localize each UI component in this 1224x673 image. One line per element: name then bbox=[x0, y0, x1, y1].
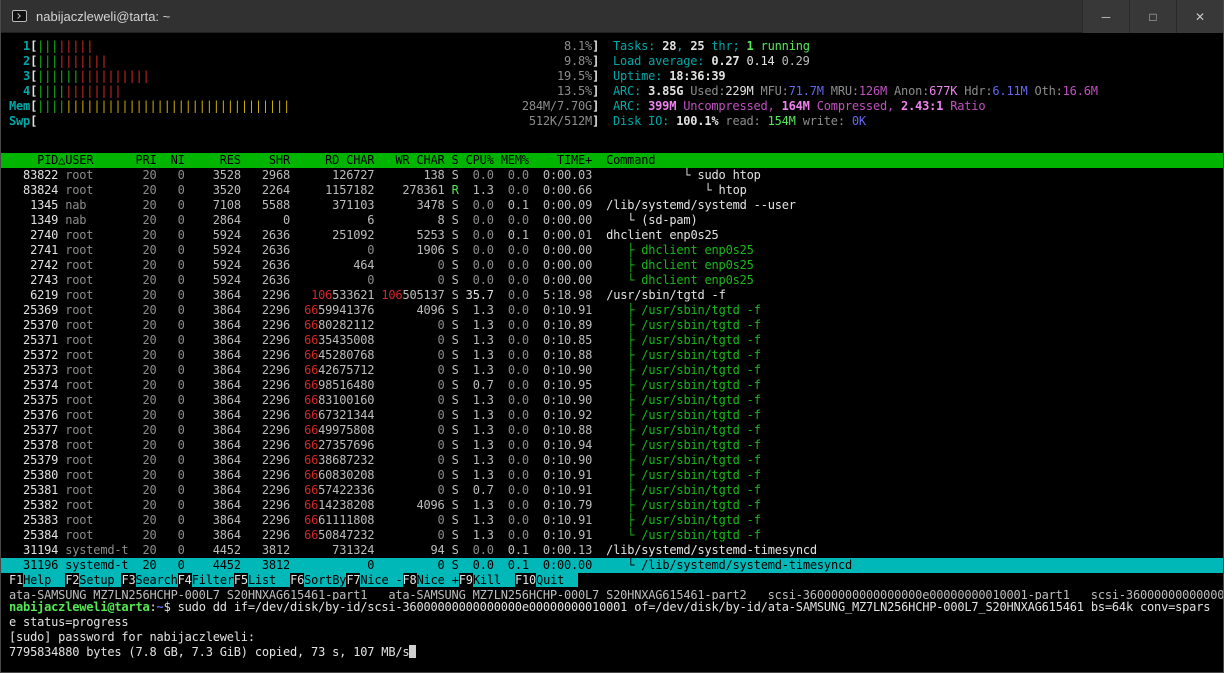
info-tasks: Tasks: 28, 25 thr; 1 running bbox=[613, 39, 1098, 54]
process-row-25383[interactable]: 25383 root 20 0 3864 2296 6661111808 0 S… bbox=[9, 513, 1223, 528]
process-row-1349[interactable]: 1349 nab 20 0 2864 0 6 8 S 0.0 0.0 0:00.… bbox=[9, 213, 1223, 228]
process-row-2740[interactable]: 2740 root 20 0 5924 2636 251092 5253 S 0… bbox=[9, 228, 1223, 243]
process-row-25384[interactable]: 25384 root 20 0 3864 2296 6650847232 0 S… bbox=[9, 528, 1223, 543]
process-row-25373[interactable]: 25373 root 20 0 3864 2296 6642675712 0 S… bbox=[9, 363, 1223, 378]
htop-info-column: Tasks: 28, 25 thr; 1 runningLoad average… bbox=[613, 39, 1098, 129]
info-disk-io: Disk IO: 100.1% read: 154M write: 0K bbox=[613, 114, 1098, 129]
process-row-31196[interactable]: 31196 systemd-t 20 0 4452 3812 0 0 S 0.0… bbox=[1, 558, 1223, 573]
fkey-f4[interactable]: F4Filter bbox=[178, 573, 234, 587]
fkey-f10[interactable]: F10Quit bbox=[515, 573, 578, 587]
process-row-25378[interactable]: 25378 root 20 0 3864 2296 6627357696 0 S… bbox=[9, 438, 1223, 453]
process-row-1345[interactable]: 1345 nab 20 0 7108 5588 371103 3478 S 0.… bbox=[9, 198, 1223, 213]
close-button[interactable]: ✕ bbox=[1176, 0, 1223, 33]
htop-column-header[interactable]: PID△USER PRI NI RES SHR RD CHAR WR CHAR … bbox=[1, 153, 1223, 168]
process-row-83822[interactable]: 83822 root 20 0 3528 2968 126727 138 S 0… bbox=[9, 168, 1223, 183]
window-controls: ─□✕ bbox=[1082, 0, 1223, 33]
process-row-25377[interactable]: 25377 root 20 0 3864 2296 6649975808 0 S… bbox=[9, 423, 1223, 438]
info-arc-usage: ARC: 3.85G Used:229M MFU:71.7M MRU:126M … bbox=[613, 84, 1098, 99]
process-row-2741[interactable]: 2741 root 20 0 5924 2636 0 1906 S 0.0 0.… bbox=[9, 243, 1223, 258]
process-row-6219[interactable]: 6219 root 20 0 3864 2296 106533621 10650… bbox=[9, 288, 1223, 303]
process-row-2742[interactable]: 2742 root 20 0 5924 2636 464 0 S 0.0 0.0… bbox=[9, 258, 1223, 273]
process-row-25369[interactable]: 25369 root 20 0 3864 2296 6659941376 409… bbox=[9, 303, 1223, 318]
terminal-app-icon bbox=[12, 10, 27, 22]
process-row-25382[interactable]: 25382 root 20 0 3864 2296 6614238208 409… bbox=[9, 498, 1223, 513]
prompt-dollar: $ bbox=[164, 600, 178, 614]
terminal-window: nabijaczleweli@tarta: ~ ─□✕ 1[|||||||| 8… bbox=[0, 0, 1224, 673]
dd-progress-text: 7795834880 bytes (7.8 GB, 7.3 GiB) copie… bbox=[9, 645, 409, 659]
prompt-user-host: nabijaczleweli@tarta bbox=[9, 600, 150, 614]
prompt-path: ~ bbox=[157, 600, 164, 614]
process-row-25375[interactable]: 25375 root 20 0 3864 2296 6683100160 0 S… bbox=[9, 393, 1223, 408]
htop-process-list: 83822 root 20 0 3528 2968 126727 138 S 0… bbox=[9, 168, 1223, 573]
htop-function-bar: F1Help F2Setup F3SearchF4FilterF5List F6… bbox=[9, 573, 1223, 588]
scrollback-clipped-line: ata-SAMSUNG_MZ7LN256HCHP-000L7_S20HNXAG6… bbox=[9, 588, 1223, 600]
dd-progress-line: 7795834880 bytes (7.8 GB, 7.3 GiB) copie… bbox=[9, 645, 1223, 660]
shell-prompt-line: nabijaczleweli@tarta:~$ sudo dd if=/dev/… bbox=[9, 600, 1223, 615]
process-row-83824[interactable]: 83824 root 20 0 3520 2264 1157182 278361… bbox=[9, 183, 1223, 198]
fkey-f3[interactable]: F3Search bbox=[121, 573, 177, 587]
shell-command-wrap-line: e status=progress bbox=[9, 615, 1223, 630]
shell-output: ata-SAMSUNG_MZ7LN256HCHP-000L7_S20HNXAG6… bbox=[9, 588, 1223, 660]
prompt-colon: : bbox=[150, 600, 157, 614]
terminal-cursor bbox=[409, 645, 416, 658]
process-row-2743[interactable]: 2743 root 20 0 5924 2636 0 0 S 0.0 0.0 0… bbox=[9, 273, 1223, 288]
shell-command-text: sudo dd if=/dev/disk/by-id/scsi-36000000… bbox=[178, 600, 1211, 614]
window-title: nabijaczleweli@tarta: ~ bbox=[36, 9, 170, 24]
info-uptime: Uptime: 18:36:39 bbox=[613, 69, 1098, 84]
process-row-25381[interactable]: 25381 root 20 0 3864 2296 6657422336 0 S… bbox=[9, 483, 1223, 498]
process-row-31194[interactable]: 31194 systemd-t 20 0 4452 3812 731324 94… bbox=[9, 543, 1223, 558]
process-row-25370[interactable]: 25370 root 20 0 3864 2296 6680282112 0 S… bbox=[9, 318, 1223, 333]
terminal-screen: 1[|||||||| 8.1%] 2[|||||||||| 9.8%] 3[||… bbox=[1, 33, 1223, 672]
window-titlebar[interactable]: nabijaczleweli@tarta: ~ ─□✕ bbox=[1, 0, 1223, 33]
info-arc-compression: ARC: 399M Uncompressed, 164M Compressed,… bbox=[613, 99, 1098, 114]
maximize-button[interactable]: □ bbox=[1129, 0, 1176, 33]
process-row-25376[interactable]: 25376 root 20 0 3864 2296 6667321344 0 S… bbox=[9, 408, 1223, 423]
process-row-25371[interactable]: 25371 root 20 0 3864 2296 6635435008 0 S… bbox=[9, 333, 1223, 348]
fkey-f2[interactable]: F2Setup bbox=[65, 573, 121, 587]
htop-meter-gap bbox=[9, 129, 1223, 153]
fkey-f5[interactable]: F5List bbox=[234, 573, 290, 587]
process-row-25379[interactable]: 25379 root 20 0 3864 2296 6638687232 0 S… bbox=[9, 453, 1223, 468]
fkey-f9[interactable]: F9Kill bbox=[459, 573, 515, 587]
process-row-25372[interactable]: 25372 root 20 0 3864 2296 6645280768 0 S… bbox=[9, 348, 1223, 363]
info-load-average: Load average: 0.27 0.14 0.29 bbox=[613, 54, 1098, 69]
fkey-f8[interactable]: F8Nice + bbox=[403, 573, 459, 587]
fkey-f6[interactable]: F6SortBy bbox=[290, 573, 346, 587]
minimize-button[interactable]: ─ bbox=[1082, 0, 1129, 33]
fkey-f7[interactable]: F7Nice - bbox=[346, 573, 402, 587]
process-row-25374[interactable]: 25374 root 20 0 3864 2296 6698516480 0 S… bbox=[9, 378, 1223, 393]
process-row-25380[interactable]: 25380 root 20 0 3864 2296 6660830208 0 S… bbox=[9, 468, 1223, 483]
fkey-f1[interactable]: F1Help bbox=[9, 573, 65, 587]
sudo-password-prompt: [sudo] password for nabijaczleweli: bbox=[9, 630, 1223, 645]
